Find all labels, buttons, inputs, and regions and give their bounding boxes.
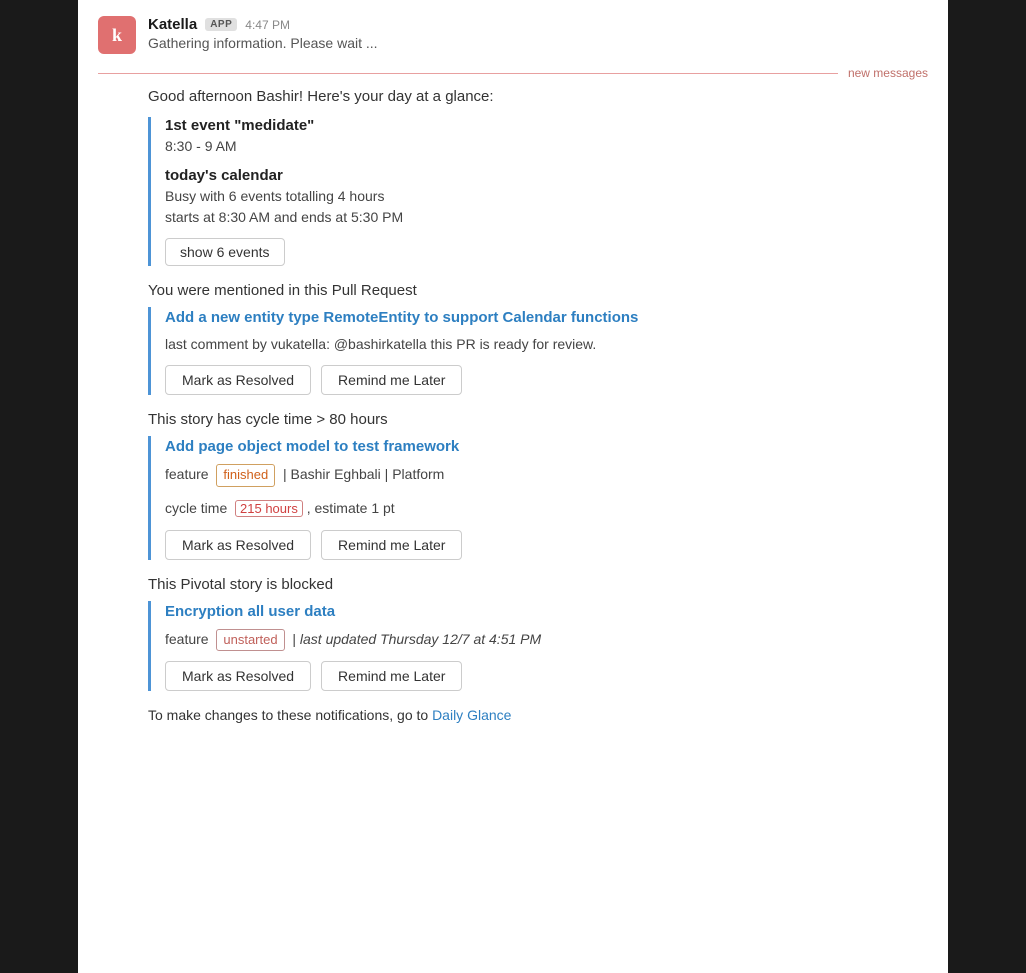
pivotal-detail: feature unstarted | last updated Thursda…: [165, 628, 928, 652]
story-estimate: , estimate 1 pt: [307, 500, 395, 516]
pr-block: Add a new entity type RemoteEntity to su…: [148, 307, 928, 395]
story-cycle-label: cycle time: [165, 500, 227, 516]
intro-text: Good afternoon Bashir! Here's your day a…: [148, 88, 928, 105]
story-block: Add page object model to test framework …: [148, 436, 928, 560]
pr-remind-button[interactable]: Remind me Later: [321, 365, 462, 395]
new-messages-divider: new messages: [78, 66, 948, 80]
header-subtitle: Gathering information. Please wait ...: [148, 35, 928, 51]
story-feature-label: feature: [165, 466, 209, 482]
pr-intro: You were mentioned in this Pull Request: [148, 282, 928, 299]
pivotal-last-updated: last updated Thursday 12/7 at 4:51 PM: [300, 631, 541, 647]
pivotal-action-buttons: Mark as Resolved Remind me Later: [165, 661, 928, 691]
divider-line: [98, 73, 838, 74]
story-intro: This story has cycle time > 80 hours: [148, 411, 928, 428]
story-resolve-button[interactable]: Mark as Resolved: [165, 530, 311, 560]
story-remind-button[interactable]: Remind me Later: [321, 530, 462, 560]
story-detail-line1: feature finished | Bashir Eghbali | Plat…: [165, 463, 928, 487]
story-author: Bashir Eghbali: [291, 466, 381, 482]
chat-window: k Katella APP 4:47 PM Gathering informat…: [78, 0, 948, 973]
message-header: k Katella APP 4:47 PM Gathering informat…: [78, 0, 948, 62]
story-cycle-value: 215 hours: [235, 500, 303, 517]
pivotal-feature-label: feature: [165, 631, 209, 647]
header-name-row: Katella APP 4:47 PM: [148, 16, 928, 33]
badge-unstarted: unstarted: [216, 629, 284, 652]
header-meta: Katella APP 4:47 PM Gathering informatio…: [148, 16, 928, 51]
story-platform: Platform: [392, 466, 444, 482]
pr-title[interactable]: Add a new entity type RemoteEntity to su…: [165, 307, 928, 328]
pr-resolve-button[interactable]: Mark as Resolved: [165, 365, 311, 395]
calendar-heading: today's calendar: [165, 167, 928, 184]
pivotal-resolve-button[interactable]: Mark as Resolved: [165, 661, 311, 691]
calendar-times: starts at 8:30 AM and ends at 5:30 PM: [165, 207, 928, 228]
pivotal-remind-button[interactable]: Remind me Later: [321, 661, 462, 691]
footer-text: To make changes to these notifications, …: [148, 707, 928, 723]
avatar-letter: k: [112, 25, 122, 46]
avatar: k: [98, 16, 136, 54]
badge-finished: finished: [216, 464, 275, 487]
pivotal-title[interactable]: Encryption all user data: [165, 601, 928, 622]
app-badge: APP: [205, 18, 237, 31]
calendar-block: 1st event "medidate" 8:30 - 9 AM today's…: [148, 117, 928, 266]
story-action-buttons: Mark as Resolved Remind me Later: [165, 530, 928, 560]
message-body: Good afternoon Bashir! Here's your day a…: [78, 88, 948, 743]
first-event-label: 1st event "medidate": [165, 117, 928, 134]
footer-label: To make changes to these notifications, …: [148, 707, 428, 723]
timestamp: 4:47 PM: [245, 18, 290, 32]
pr-action-buttons: Mark as Resolved Remind me Later: [165, 365, 928, 395]
show-events-button[interactable]: show 6 events: [165, 238, 285, 266]
new-messages-label: new messages: [848, 66, 928, 80]
sender-name: Katella: [148, 16, 197, 33]
daily-glance-link[interactable]: Daily Glance: [432, 707, 511, 723]
story-detail-line2: cycle time 215 hours , estimate 1 pt: [165, 497, 928, 520]
pivotal-intro: This Pivotal story is blocked: [148, 576, 928, 593]
calendar-busy: Busy with 6 events totalling 4 hours: [165, 186, 928, 207]
pivotal-block: Encryption all user data feature unstart…: [148, 601, 928, 692]
story-title[interactable]: Add page object model to test framework: [165, 436, 928, 457]
first-event-time: 8:30 - 9 AM: [165, 136, 928, 157]
pr-comment: last comment by vukatella: @bashirkatell…: [165, 334, 928, 355]
